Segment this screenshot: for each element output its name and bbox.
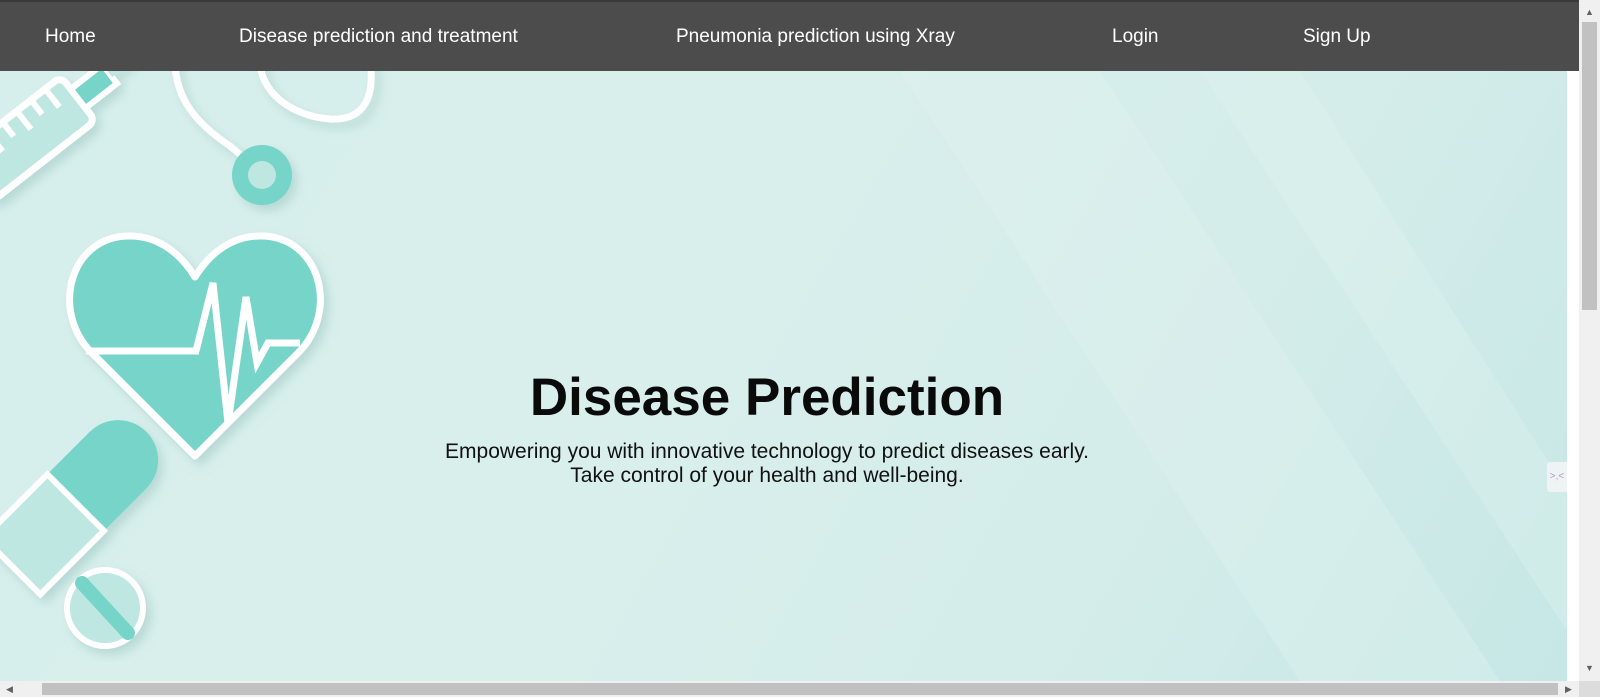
nav-pneumonia-prediction[interactable]: Pneumonia prediction using Xray [676, 26, 955, 48]
hero-title: Disease Prediction [529, 368, 1005, 427]
chat-widget-icon[interactable]: >,< [1547, 462, 1567, 492]
vertical-scrollbar[interactable]: ▲ ▼ [1579, 0, 1600, 681]
arrow-left-icon[interactable]: ◀ [1, 681, 18, 697]
pill-tablet-icon [64, 567, 146, 649]
horizontal-scrollbar[interactable]: ◀ ▶ [0, 681, 1579, 697]
stethoscope-icon [172, 71, 375, 205]
horizontal-scroll-thumb[interactable] [42, 683, 1558, 695]
vertical-scroll-thumb[interactable] [1582, 22, 1597, 310]
nav-home[interactable]: Home [45, 26, 96, 48]
hero-subtitle-line-1: Empowering you with innovative technolog… [445, 440, 1089, 463]
arrow-down-icon[interactable]: ▼ [1579, 660, 1600, 677]
arrow-right-icon[interactable]: ▶ [1560, 681, 1577, 697]
hero-subtitle-line-2: Take control of your health and well-bei… [570, 464, 964, 487]
nav-login[interactable]: Login [1112, 26, 1159, 48]
pill-capsule-icon [0, 420, 159, 599]
nav-sign-up[interactable]: Sign Up [1303, 26, 1371, 48]
browser-viewport: Home Disease prediction and treatment Pn… [0, 0, 1600, 697]
top-navbar: Home Disease prediction and treatment Pn… [0, 0, 1579, 71]
arrow-up-icon[interactable]: ▲ [1579, 4, 1600, 21]
syringe-icon [0, 71, 136, 202]
nav-disease-prediction[interactable]: Disease prediction and treatment [239, 26, 518, 48]
hero-section: Disease Prediction Empowering you with i… [0, 71, 1567, 681]
scrollbar-corner [1579, 681, 1600, 697]
